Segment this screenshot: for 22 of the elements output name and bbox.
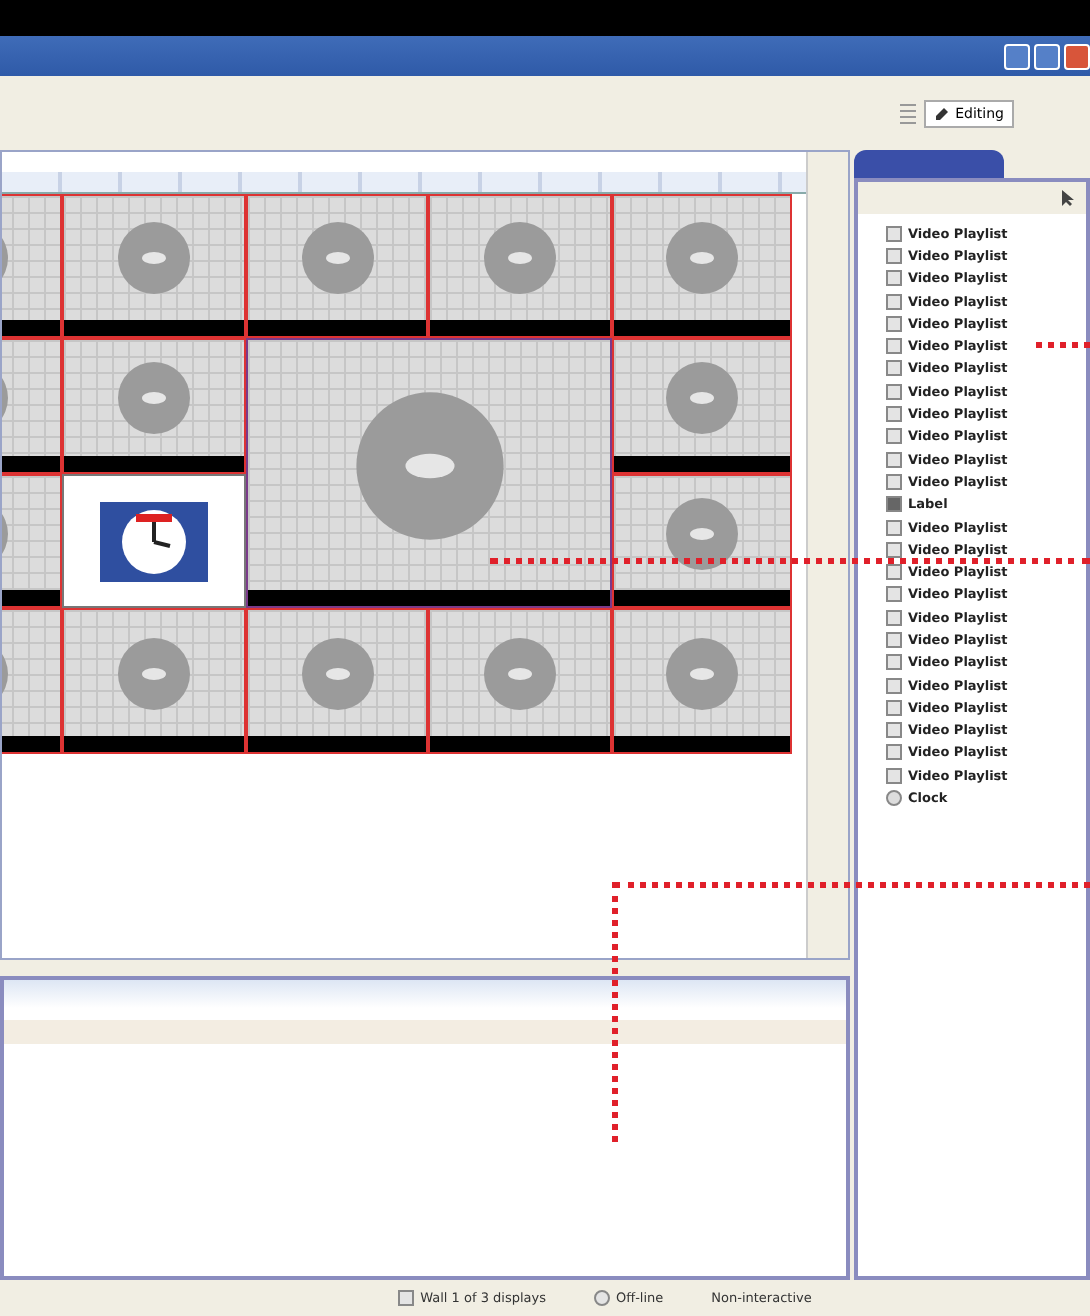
minimize-button[interactable] [1004,43,1030,69]
clock-icon [886,790,902,807]
display-tile[interactable] [612,474,792,608]
display-tile[interactable] [246,608,428,754]
display-tile[interactable] [612,338,792,474]
pencil-icon [933,105,950,121]
display-tile[interactable] [246,338,612,608]
cursor-icon[interactable] [1058,188,1078,208]
display-tile[interactable] [612,194,792,338]
label-icon [886,496,902,513]
display-tile[interactable] [428,194,612,338]
display-tile[interactable] [62,338,246,474]
close-button[interactable] [1064,43,1090,69]
display-tile[interactable] [62,474,246,608]
display-tile[interactable] [612,608,792,754]
clock-drawing [96,497,212,585]
display-tile[interactable] [62,194,246,338]
display-tile[interactable] [428,608,612,754]
display-tile[interactable] [62,608,246,754]
leader-line [1036,342,1090,348]
maximize-button[interactable] [1034,43,1060,69]
display-tile[interactable] [246,194,428,338]
